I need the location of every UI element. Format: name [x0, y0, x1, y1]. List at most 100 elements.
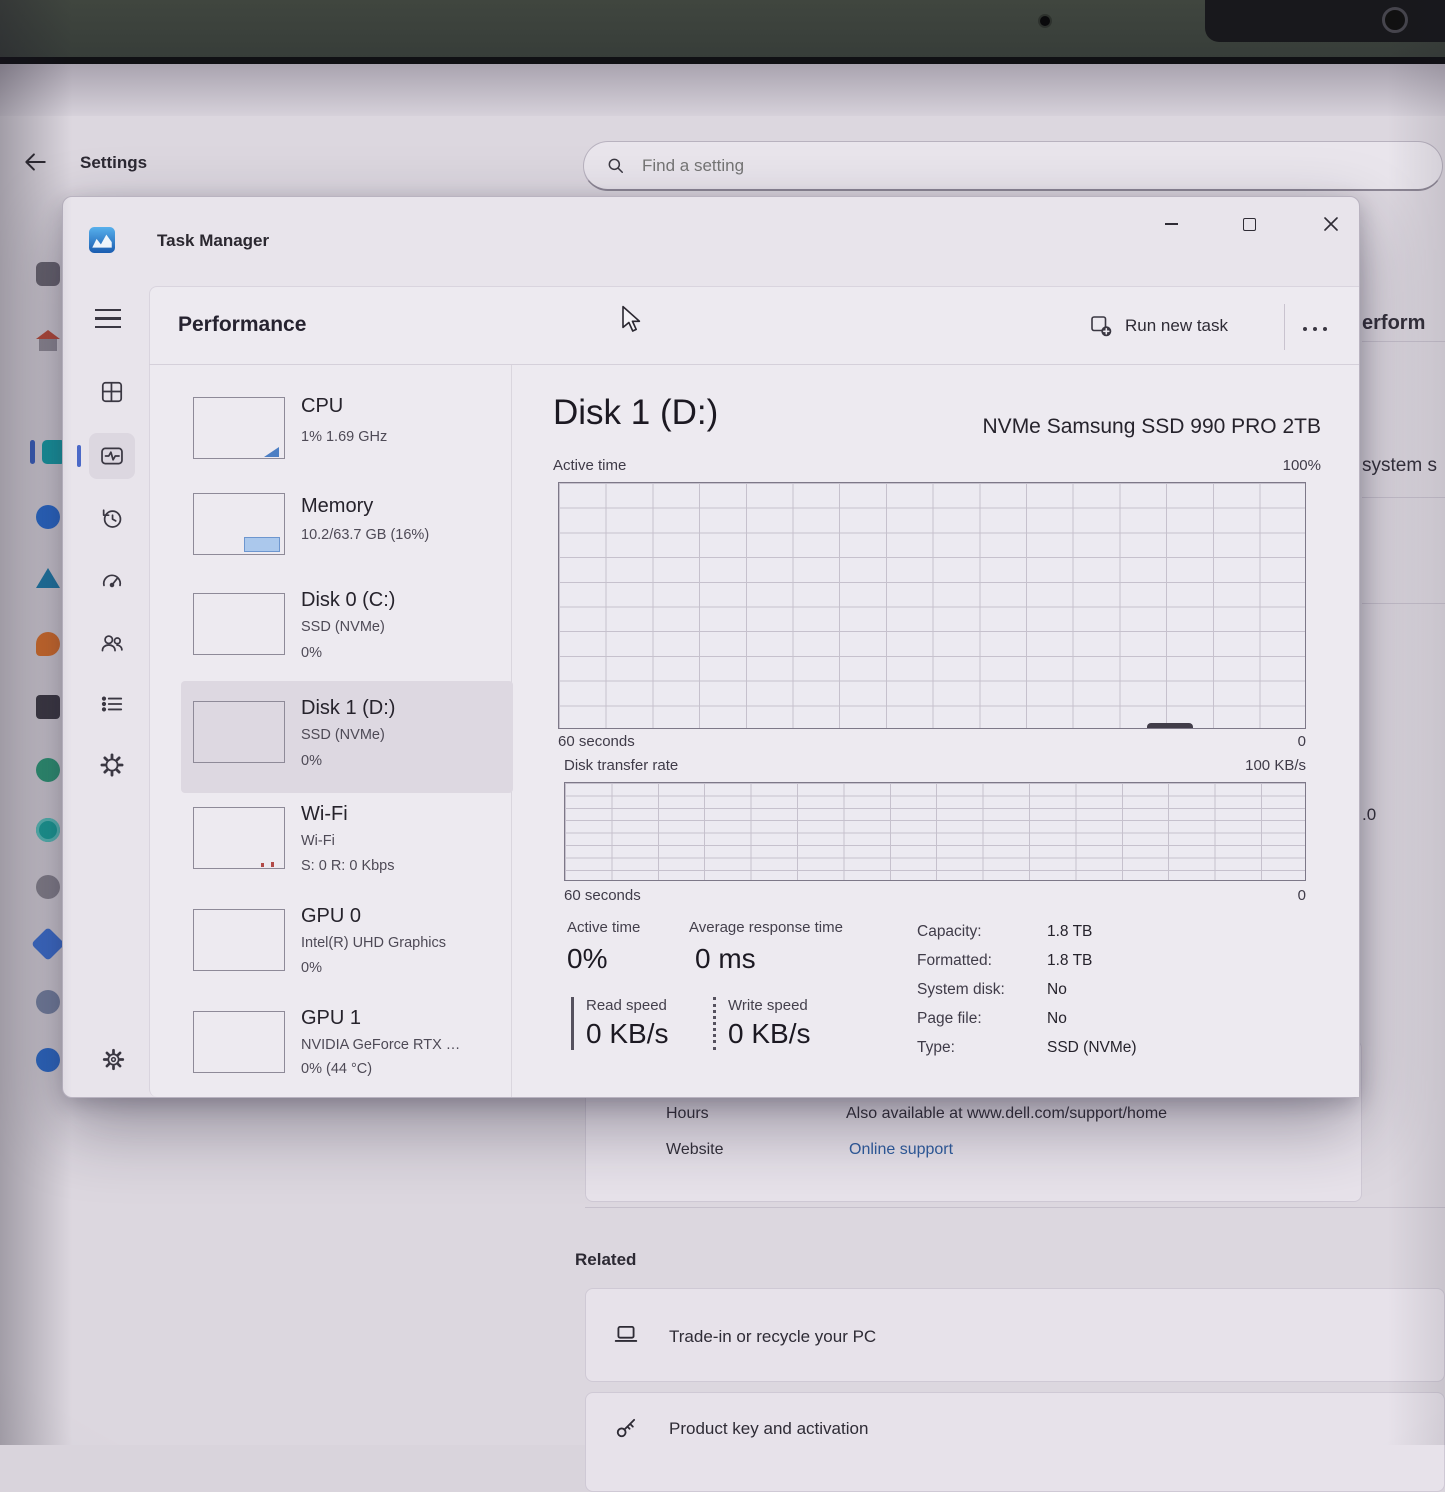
sidebar-item-app-history[interactable]	[99, 505, 125, 531]
sidebar-item-users[interactable]	[99, 630, 125, 656]
bluetooth-devices-icon[interactable]	[36, 505, 60, 529]
page-title: Performance	[178, 313, 306, 337]
read-speed-label: Read speed	[586, 997, 668, 1014]
active-time-stat-label: Active time	[567, 919, 640, 936]
divider	[1362, 341, 1445, 342]
settings-title: Settings	[80, 153, 147, 173]
home-icon[interactable]	[36, 330, 60, 354]
prop-value: 1.8 TB	[1047, 923, 1092, 941]
read-speed-block: Read speed 0 KB/s	[571, 997, 668, 1050]
task-manager-window: Task Manager Performance Run new task	[62, 196, 1360, 1098]
network-internet-icon[interactable]	[36, 568, 60, 588]
active-chart-label: Active time	[553, 457, 626, 474]
transfer-chart-xlabel: 60 seconds	[564, 887, 641, 904]
settings-gear-icon[interactable]	[101, 1047, 126, 1072]
close-icon	[1324, 217, 1338, 231]
back-button[interactable]	[22, 149, 48, 175]
item-name: GPU 0	[301, 905, 361, 928]
disk0-thumbnail	[193, 593, 285, 655]
bezel-dark-block	[1205, 0, 1445, 42]
gpu1-thumbnail	[193, 1011, 285, 1073]
transfer-chart-ymax: 100 KB/s	[1245, 757, 1306, 774]
maximize-button[interactable]	[1228, 209, 1270, 239]
run-new-task-button[interactable]: Run new task	[1089, 314, 1228, 338]
online-support-link[interactable]: Online support	[849, 1141, 953, 1159]
wifi-thumbnail	[193, 807, 285, 869]
hamburger-menu-icon[interactable]	[95, 309, 121, 328]
search-input[interactable]	[640, 155, 1229, 177]
active-chart-ymax: 100%	[1283, 457, 1321, 474]
apps-icon[interactable]	[36, 695, 60, 719]
active-chart-ymin: 0	[1298, 733, 1306, 750]
detail-subtitle: NVMe Samsung SSD 990 PRO 2TB	[763, 415, 1321, 439]
transfer-chart-label: Disk transfer rate	[564, 757, 678, 774]
key-icon	[613, 1415, 639, 1441]
sidebar-item-services[interactable]	[99, 752, 125, 778]
item-sub2: 0%	[301, 960, 322, 976]
divider	[1362, 497, 1445, 498]
privacy-security-icon[interactable]	[36, 990, 60, 1014]
details-icon	[99, 691, 125, 717]
item-sub: SSD (NVMe)	[301, 619, 385, 635]
support-row-label: Website	[666, 1141, 724, 1159]
item-name: Disk 1 (D:)	[301, 697, 395, 720]
startup-apps-icon	[99, 567, 125, 593]
minimize-icon	[1165, 223, 1178, 225]
windows-update-icon[interactable]	[36, 1048, 60, 1072]
item-name: CPU	[301, 395, 343, 418]
item-sub: NVIDIA GeForce RTX …	[301, 1037, 460, 1053]
search-icon	[606, 156, 626, 176]
time-language-icon[interactable]	[36, 818, 60, 842]
active-chart-footer: 60 seconds 0	[558, 733, 1306, 750]
item-sub2: 0% (44 °C)	[301, 1061, 372, 1077]
trade-in-row[interactable]: Trade-in or recycle your PC	[585, 1288, 1445, 1382]
gaming-icon[interactable]	[36, 875, 60, 899]
wifi-spike	[271, 862, 274, 867]
item-sub: 10.2/63.7 GB (16%)	[301, 527, 429, 543]
write-speed-block: Write speed 0 KB/s	[713, 997, 810, 1050]
avatar-icon[interactable]	[36, 262, 60, 286]
screen-top-edge	[0, 64, 1445, 117]
item-sub: SSD (NVMe)	[301, 727, 385, 743]
sidebar-item-processes[interactable]	[99, 379, 125, 405]
settings-nav-selected-pill	[30, 440, 35, 464]
webcam-dot	[1040, 16, 1050, 26]
prop-value: No	[1047, 1010, 1067, 1028]
item-name: Disk 0 (C:)	[301, 589, 395, 612]
sidebar-item-details[interactable]	[99, 691, 125, 717]
divider	[585, 1207, 1445, 1208]
divider	[1362, 603, 1445, 604]
home-body	[39, 339, 57, 351]
sidebar-item-performance[interactable]	[99, 443, 125, 469]
users-icon	[99, 630, 125, 656]
back-arrow-icon	[22, 149, 48, 175]
prop-label: Formatted:	[917, 952, 992, 970]
sidebar-selected-accent	[77, 445, 81, 467]
fragment-number-text: .0	[1362, 805, 1376, 825]
gear-icon	[101, 1047, 126, 1072]
active-chart-header: Active time 100%	[553, 457, 1321, 474]
more-options-button[interactable]	[1303, 327, 1327, 331]
close-button[interactable]	[1310, 209, 1352, 239]
gpu0-thumbnail	[193, 909, 285, 971]
fragment-system-text: system s	[1362, 455, 1437, 477]
product-key-row[interactable]: Product key and activation	[585, 1392, 1445, 1492]
toolbar-divider	[1284, 304, 1285, 350]
item-name: Memory	[301, 495, 373, 518]
prop-value: SSD (NVMe)	[1047, 1039, 1137, 1057]
find-setting-search[interactable]	[583, 141, 1443, 191]
item-sub2: S: 0 R: 0 Kbps	[301, 858, 395, 874]
mouse-cursor	[618, 305, 644, 333]
item-sub2: 0%	[301, 753, 322, 769]
minimize-button[interactable]	[1150, 209, 1192, 239]
accounts-icon[interactable]	[36, 758, 60, 782]
read-speed-value: 0 KB/s	[586, 1018, 668, 1050]
active-time-stat-value: 0%	[567, 943, 607, 975]
support-row-value: Also available at www.dell.com/support/h…	[846, 1105, 1167, 1123]
personalization-icon[interactable]	[36, 632, 60, 656]
product-key-label: Product key and activation	[669, 1419, 868, 1439]
sidebar-item-startup-apps[interactable]	[99, 567, 125, 593]
write-speed-value: 0 KB/s	[728, 1018, 810, 1050]
avg-response-value: 0 ms	[695, 943, 756, 975]
run-new-task-icon	[1089, 314, 1113, 338]
